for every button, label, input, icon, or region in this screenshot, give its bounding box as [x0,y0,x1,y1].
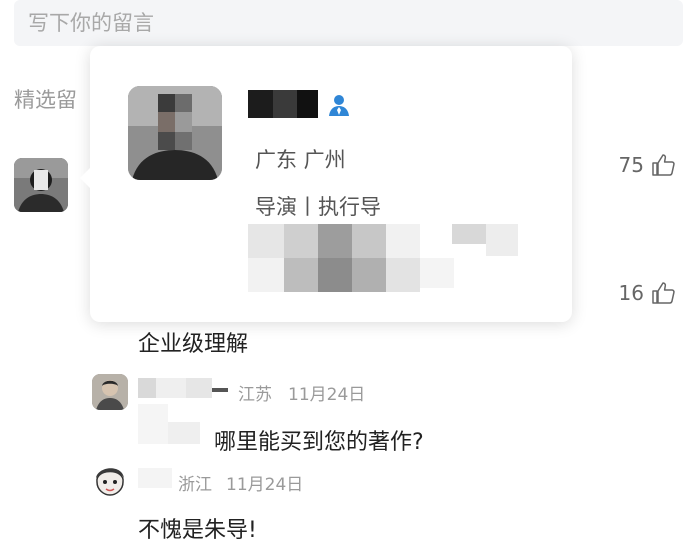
avatar-image [14,158,68,212]
avatar-image [92,462,128,498]
redacted-profile-name [248,90,318,118]
like-button[interactable]: 75 [619,152,676,178]
avatar-image [128,86,222,180]
profile-title: 导演丨执行导 [255,195,381,219]
reply-location: 江苏 [238,385,272,405]
verified-user-icon [326,92,352,122]
comment-body: 企业级理解 [138,332,249,357]
thumbs-up-icon [652,282,675,304]
like-button[interactable]: 16 [619,280,676,306]
profile-avatar[interactable] [128,86,222,180]
reply-date: 11月24日 [288,385,366,405]
redacted-username [138,468,172,488]
thumbs-up-icon [652,154,675,176]
like-count: 16 [618,281,644,305]
profile-location: 广东 广州 [255,148,346,172]
reply-date: 11月24日 [226,475,304,495]
reply-text: 不愧是朱导! [138,518,257,543]
reply-text: 哪里能买到您的著作? [214,430,424,455]
redacted-username [138,378,230,398]
avatar-image [92,374,128,410]
like-count: 75 [618,153,644,177]
popup-pointer [80,168,90,188]
profile-popup-card[interactable]: 广东 广州 导演丨执行导 [80,46,572,322]
redacted-profile-text [248,224,520,294]
reply-location: 浙江 [178,475,212,495]
comment-input[interactable] [14,0,683,46]
reply-avatar[interactable] [92,374,128,410]
commenter-avatar[interactable] [14,158,68,212]
redacted-text [138,404,200,444]
section-title: 精选留 [14,88,77,112]
reply-avatar[interactable] [92,462,128,498]
comment-input-box[interactable] [14,0,683,46]
